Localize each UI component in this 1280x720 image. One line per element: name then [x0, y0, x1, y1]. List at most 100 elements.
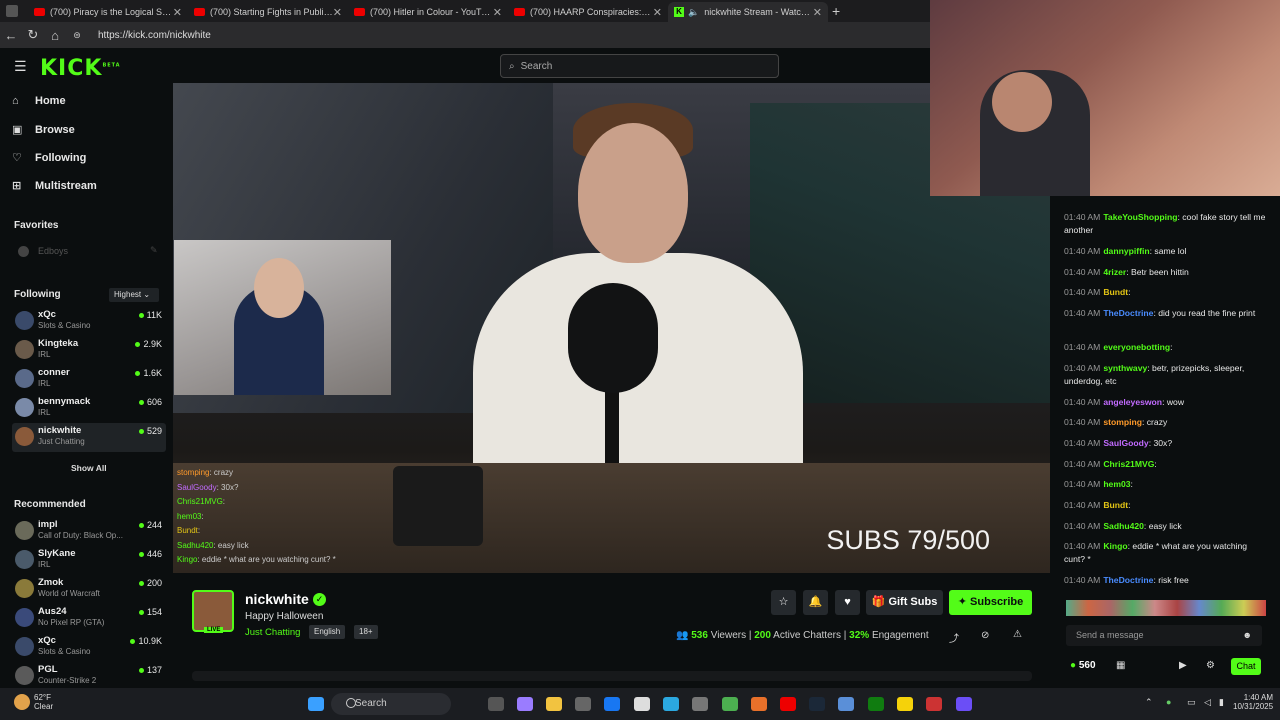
- task-view-icon[interactable]: [488, 697, 504, 711]
- weather-icon[interactable]: [14, 694, 30, 710]
- game-icon[interactable]: [926, 697, 942, 711]
- recommended-channel[interactable]: Aus24 No Pixel RP (GTA) 154: [12, 604, 166, 633]
- chat-message-input[interactable]: Send a message ☻: [1066, 625, 1262, 646]
- following-channel[interactable]: Kingteka IRL 2.9K: [12, 336, 166, 365]
- stream-category[interactable]: Just Chatting: [245, 627, 300, 638]
- streamer-avatar[interactable]: [192, 590, 234, 632]
- close-tab-icon[interactable]: ✕: [653, 6, 662, 19]
- heart-icon: ♡: [12, 152, 22, 164]
- chat-message: 01:40 AM Bundt:: [1064, 287, 1131, 297]
- pin-icon[interactable]: ✎: [150, 245, 158, 256]
- channel-points[interactable]: ● 560: [1070, 660, 1096, 671]
- overlay-chat-line: Sadhu420: easy lick: [177, 540, 249, 550]
- copilot-icon[interactable]: [517, 697, 533, 711]
- subscribe-button[interactable]: ✦ Subscribe: [949, 590, 1032, 615]
- reload-icon[interactable]: ↻: [22, 27, 44, 43]
- network-icon[interactable]: ▭: [1187, 697, 1196, 708]
- facebook-icon[interactable]: [604, 697, 620, 711]
- viewers-icon: 👥: [676, 630, 689, 641]
- window-menu-icon[interactable]: [6, 5, 18, 17]
- favorite-star-button[interactable]: ☆: [771, 590, 796, 615]
- volume-icon[interactable]: ◁: [1204, 697, 1211, 708]
- app-icon[interactable]: [838, 697, 854, 711]
- calculator-icon[interactable]: [692, 697, 708, 711]
- speaker-icon[interactable]: 🔈: [688, 7, 699, 18]
- new-tab-icon[interactable]: +: [832, 3, 840, 19]
- youtube-icon: [34, 8, 45, 16]
- following-channel-selected[interactable]: nickwhite Just Chatting 529: [12, 423, 166, 452]
- battery-icon[interactable]: ▮: [1219, 697, 1224, 708]
- tag-mature[interactable]: 18+: [354, 625, 378, 639]
- steam-icon[interactable]: [809, 697, 825, 711]
- xbox-icon[interactable]: [868, 697, 884, 711]
- follow-button[interactable]: ♥: [835, 590, 860, 615]
- tray-app-icon[interactable]: ●: [1166, 697, 1171, 707]
- start-icon[interactable]: [308, 697, 324, 711]
- chrome-icon[interactable]: [722, 697, 738, 711]
- calendar-icon[interactable]: ▦: [1116, 660, 1125, 671]
- amazon-icon[interactable]: [634, 697, 650, 711]
- obs-icon[interactable]: [956, 697, 972, 711]
- following-channel[interactable]: conner IRL 1.6K: [12, 365, 166, 394]
- weather-widget[interactable]: 62°F Clear: [34, 693, 53, 711]
- chevron-up-icon[interactable]: ⌃: [1145, 697, 1153, 708]
- stream-about-panel: [192, 671, 1032, 681]
- report-icon[interactable]: ⚠: [1013, 629, 1022, 640]
- bookmark-icon[interactable]: ▶: [1179, 660, 1187, 671]
- emote-bar[interactable]: [1066, 600, 1266, 616]
- grid-icon: ⊞: [12, 180, 22, 192]
- browser-tab[interactable]: (700) Hitler in Colour - YouTube ✕: [348, 2, 508, 22]
- nav-home[interactable]: ⌂ Home: [12, 95, 66, 107]
- settings-gear-icon[interactable]: ⚙: [1206, 660, 1215, 671]
- youtube-icon[interactable]: [780, 697, 796, 711]
- close-tab-icon[interactable]: ✕: [333, 6, 342, 19]
- share-icon[interactable]: ⤴: [949, 630, 959, 645]
- back-icon[interactable]: ←: [0, 28, 22, 43]
- streamer-name[interactable]: nickwhite: [245, 591, 309, 607]
- home-icon[interactable]: ⌂: [44, 28, 66, 43]
- close-tab-icon[interactable]: ✕: [493, 6, 502, 19]
- tag-language[interactable]: English: [309, 625, 346, 639]
- recommended-channel[interactable]: SlyKane IRL 446: [12, 546, 166, 575]
- browser-tab-active[interactable]: K 🔈 nickwhite Stream - Watch Li ✕: [668, 2, 828, 22]
- hide-icon[interactable]: ⊘: [981, 630, 989, 641]
- hamburger-menu-icon[interactable]: ☰: [14, 58, 27, 75]
- top-nav: [0, 48, 930, 83]
- favorites-heading: Favorites: [14, 220, 59, 231]
- url-field[interactable]: https://kick.com/nickwhite: [98, 30, 211, 41]
- browser-tab[interactable]: (700) Piracy is the Logical Solution✕: [28, 2, 188, 22]
- sort-dropdown[interactable]: Highest ⌄: [109, 288, 159, 302]
- vlc-icon[interactable]: [751, 697, 767, 711]
- following-channel[interactable]: bennymack IRL 606: [12, 394, 166, 423]
- nav-multistream[interactable]: ⊞ Multistream: [12, 179, 97, 193]
- site-info-icon[interactable]: ⊜: [66, 30, 88, 41]
- notes-icon[interactable]: [897, 697, 913, 711]
- favorite-item[interactable]: Edboys: [38, 246, 68, 256]
- kick-logo[interactable]: KICKBETA: [40, 56, 121, 81]
- nav-following[interactable]: ♡ Following: [12, 151, 86, 165]
- recommended-channel[interactable]: xQc Slots & Casino 10.9K: [12, 633, 166, 662]
- recommended-channel[interactable]: PGL Counter-Strike 2 137: [12, 662, 166, 688]
- send-chat-button[interactable]: Chat: [1231, 658, 1261, 675]
- browser-tab[interactable]: (700) HAARP Conspiracies: Was T✕: [508, 2, 668, 22]
- following-channel[interactable]: xQc Slots & Casino 11K: [12, 307, 166, 336]
- notifications-button[interactable]: 🔔: [803, 590, 828, 615]
- file-explorer-icon[interactable]: [546, 697, 562, 711]
- chat-message: 01:40 AM Sadhu420: easy lick: [1064, 521, 1182, 531]
- show-all-link[interactable]: Show All: [71, 463, 107, 473]
- gift-subs-button[interactable]: 🎁 Gift Subs: [866, 590, 943, 615]
- edge-icon[interactable]: [663, 697, 679, 711]
- recommended-channel[interactable]: impl Call of Duty: Black Op... 244: [12, 517, 166, 546]
- gift-icon: 🎁: [871, 596, 886, 608]
- taskbar-clock[interactable]: 1:40 AM 10/31/2025: [1233, 693, 1273, 711]
- nav-browse[interactable]: ▣ Browse: [12, 123, 75, 137]
- youtube-icon: [354, 8, 365, 16]
- emoji-icon[interactable]: ☻: [1243, 630, 1252, 640]
- close-tab-icon[interactable]: ✕: [173, 6, 182, 19]
- search-input[interactable]: ⌕ Search: [500, 54, 779, 78]
- store-icon[interactable]: [575, 697, 591, 711]
- recommended-channel[interactable]: Zmok World of Warcraft 200: [12, 575, 166, 604]
- browser-tab[interactable]: (700) Starting Fights in Public Pra ✕: [188, 2, 348, 22]
- chat-message: 01:40 AM angeleyeswon: wow: [1064, 397, 1185, 407]
- close-tab-icon[interactable]: ✕: [813, 6, 822, 19]
